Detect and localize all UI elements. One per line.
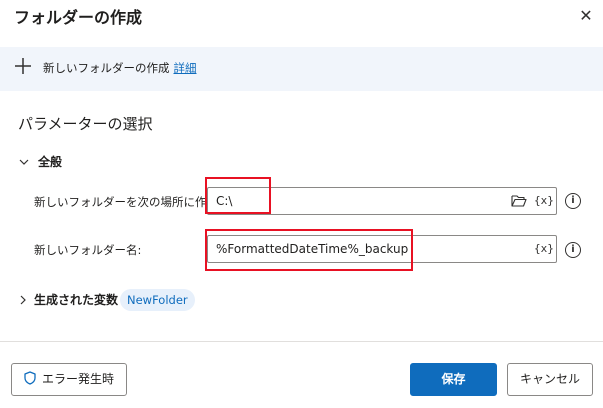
general-group-label[interactable]: 全般	[38, 154, 62, 170]
variable-badge[interactable]: NewFolder	[120, 289, 195, 311]
details-link[interactable]: 詳細	[174, 61, 197, 75]
folder-open-icon[interactable]	[511, 194, 527, 207]
on-error-button[interactable]: エラー発生時	[11, 363, 127, 396]
plus-icon	[15, 58, 31, 74]
shield-icon	[24, 371, 36, 385]
info-icon[interactable]: i	[565, 193, 581, 209]
chevron-down-icon[interactable]	[19, 157, 29, 167]
location-field-label: 新しいフォルダーを次の場所に作成:	[34, 195, 222, 209]
chevron-right-icon[interactable]	[18, 295, 28, 305]
folder-name-field-label: 新しいフォルダー名:	[34, 243, 142, 257]
info-icon[interactable]: i	[565, 242, 581, 258]
variable-picker-button[interactable]: {x}	[534, 194, 554, 208]
variable-picker-button[interactable]: {x}	[534, 242, 554, 256]
close-icon[interactable]: ✕	[576, 6, 596, 26]
highlight-box	[205, 229, 413, 271]
banner-description: 新しいフォルダーの作成	[43, 61, 170, 75]
highlight-box	[205, 177, 271, 214]
generated-variables-label[interactable]: 生成された変数	[34, 292, 118, 308]
section-title: パラメーターの選択	[18, 115, 153, 133]
footer-divider	[0, 341, 603, 342]
banner-text: 新しいフォルダーの作成 詳細	[43, 60, 197, 76]
dialog-title: フォルダーの作成	[14, 8, 143, 27]
save-button[interactable]: 保存	[410, 363, 497, 396]
on-error-label: エラー発生時	[41, 372, 114, 386]
cancel-button[interactable]: キャンセル	[507, 363, 593, 396]
